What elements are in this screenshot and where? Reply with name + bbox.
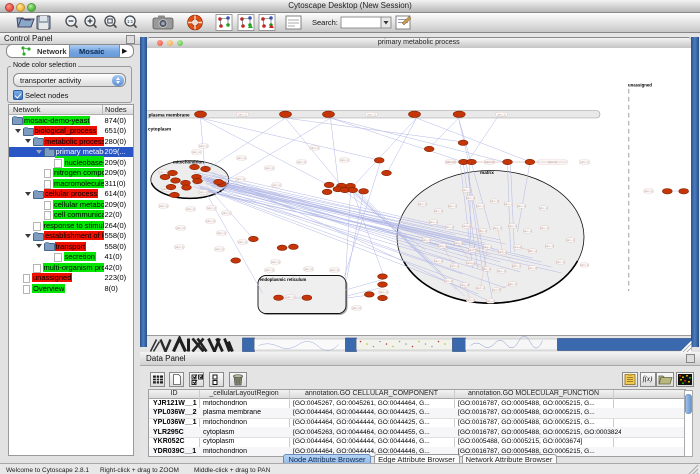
svg-text:[abc-1]: [abc-1] <box>490 199 499 203</box>
svg-text:[abc-1]: [abc-1] <box>418 202 427 206</box>
svg-text:[abc-1]: [abc-1] <box>199 144 208 148</box>
svg-text:[abc-1]: [abc-1] <box>236 177 245 181</box>
svg-text:[abc-1]: [abc-1] <box>454 241 463 245</box>
svg-text:[abc-1]: [abc-1] <box>238 113 247 117</box>
svg-text:[abc-1]: [abc-1] <box>508 224 517 228</box>
svg-text:unassigned: unassigned <box>628 83 652 88</box>
svg-text:[abc-1]: [abc-1] <box>215 247 224 251</box>
svg-text:[abc-1]: [abc-1] <box>539 206 548 210</box>
svg-text:[abc-1]: [abc-1] <box>310 146 319 150</box>
svg-text:[abc-1]: [abc-1] <box>493 226 502 230</box>
svg-text:[abc-1]: [abc-1] <box>175 245 184 249</box>
svg-text:[abc-1]: [abc-1] <box>566 238 575 242</box>
svg-text:[abc-1]: [abc-1] <box>644 189 653 193</box>
svg-text:matrix: matrix <box>480 170 494 175</box>
svg-text:[abc-1]: [abc-1] <box>466 196 475 200</box>
svg-text:[abc-1]: [abc-1] <box>512 264 521 268</box>
svg-text:1:1: 1:1 <box>127 19 134 24</box>
svg-text:[abc-1]: [abc-1] <box>476 204 485 208</box>
svg-text:[abc-1]: [abc-1] <box>444 279 453 283</box>
svg-text:plasma membrane: plasma membrane <box>148 112 190 117</box>
svg-text:[abc-1]: [abc-1] <box>462 224 471 228</box>
svg-text:[abc-1]: [abc-1] <box>450 264 459 268</box>
svg-text:[abc-1]: [abc-1] <box>545 244 554 248</box>
svg-text:[abc-1]: [abc-1] <box>286 295 295 299</box>
svg-text:[abc-1]: [abc-1] <box>340 158 349 162</box>
svg-text:[abc-1]: [abc-1] <box>238 240 247 244</box>
svg-text:[abc-1]: [abc-1] <box>159 204 168 208</box>
svg-text:[abc-1]: [abc-1] <box>492 288 501 292</box>
svg-text:cytoplasm: cytoplasm <box>148 127 171 132</box>
svg-text:[abc-1]: [abc-1] <box>445 225 454 229</box>
svg-text:[abc-1]: [abc-1] <box>176 226 185 230</box>
svg-text:[abc-1]: [abc-1] <box>468 248 477 252</box>
svg-text:[abc-1]: [abc-1] <box>206 219 215 223</box>
svg-text:[abc-1]: [abc-1] <box>352 306 361 310</box>
svg-text:Search:: Search: <box>312 18 338 27</box>
svg-text:[abc-1]: [abc-1] <box>523 229 532 233</box>
svg-text:[abc-1]: [abc-1] <box>367 113 376 117</box>
svg-text:[abc-1]: [abc-1] <box>434 259 443 263</box>
svg-text:[abc-1]: [abc-1] <box>497 113 506 117</box>
svg-text:[abc-1]: [abc-1] <box>272 183 281 187</box>
svg-text:mitochondrion: mitochondrion <box>173 160 204 165</box>
svg-text:[abc-1]: [abc-1] <box>429 220 438 224</box>
svg-text:[abc-1]: [abc-1] <box>528 266 537 270</box>
svg-text:[abc-1]: [abc-1] <box>304 267 313 271</box>
svg-text:[abc-1]: [abc-1] <box>476 286 485 290</box>
svg-text:[abc-1]: [abc-1] <box>265 268 274 272</box>
svg-text:[abc-1]: [abc-1] <box>379 290 388 294</box>
svg-text:[abc-1]: [abc-1] <box>460 283 469 287</box>
svg-text:[abc-1]: [abc-1] <box>192 150 201 154</box>
svg-text:[abc-1]: [abc-1] <box>580 263 589 267</box>
svg-text:[abc-1]: [abc-1] <box>497 269 506 273</box>
svg-text:[abc-1]: [abc-1] <box>222 211 231 215</box>
svg-text:[abc-1]: [abc-1] <box>486 299 495 303</box>
svg-text:[abc-1]: [abc-1] <box>434 209 443 213</box>
svg-text:[abc-1]: [abc-1] <box>540 226 549 230</box>
svg-text:[abc-1]: [abc-1] <box>556 260 565 264</box>
svg-text:[abc-1]: [abc-1] <box>297 160 306 164</box>
svg-text:[abc-1]: [abc-1] <box>448 204 457 208</box>
svg-text:[abc-1]: [abc-1] <box>271 260 280 264</box>
svg-text:[abc-1]: [abc-1] <box>330 268 339 272</box>
svg-text:[abc-1]: [abc-1] <box>199 190 208 194</box>
svg-text:[abc-1]: [abc-1] <box>504 202 513 206</box>
svg-text:endoplasmic reticulum: endoplasmic reticulum <box>259 277 306 282</box>
svg-text:[abc-1]: [abc-1] <box>207 206 216 210</box>
svg-text:[abc-1]: [abc-1] <box>462 188 471 192</box>
svg-text:[abc-1]: [abc-1] <box>513 245 522 249</box>
svg-text:[abc-1]: [abc-1] <box>517 204 526 208</box>
svg-text:[abc-1]: [abc-1] <box>186 207 195 211</box>
svg-text:[abc-1]: [abc-1] <box>159 170 168 174</box>
svg-text:[abc-1]: [abc-1] <box>265 166 274 170</box>
svg-text:[abc-1]: [abc-1] <box>217 231 226 235</box>
svg-text:[abc-1]: [abc-1] <box>528 249 537 253</box>
svg-text:[abc-1]: [abc-1] <box>237 156 246 160</box>
svg-text:[abc-1]: [abc-1] <box>422 238 431 242</box>
svg-text:[abc-1]: [abc-1] <box>438 244 447 248</box>
svg-text:[abc-1]: [abc-1] <box>466 261 475 265</box>
svg-text:[abc-1]: [abc-1] <box>580 160 589 164</box>
